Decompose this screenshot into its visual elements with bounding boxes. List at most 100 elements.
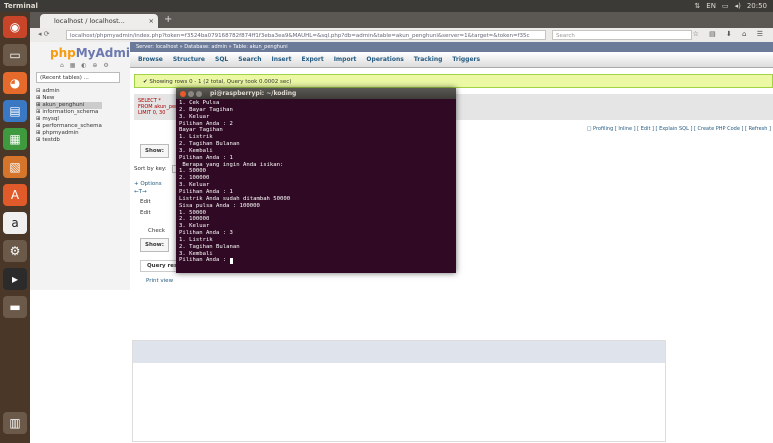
terminal-line: Pilihan Anda : 1 xyxy=(179,154,233,161)
tree-item-information-schema[interactable]: ⊞ information_schema xyxy=(36,109,102,116)
system-tray: ⇅ EN ▭ ◂) 20:50 xyxy=(694,0,767,12)
tab-localhost[interactable]: localhost / localhost... × xyxy=(40,14,158,28)
impress-icon[interactable]: ▧ xyxy=(3,156,27,178)
secondary-window-header xyxy=(133,341,665,363)
terminal-line: 1. Cek Pulsa xyxy=(179,100,220,106)
terminal-line: Bayar Tagihan xyxy=(179,127,223,134)
terminal-line: Listrik Anda sudah ditambah 50000 xyxy=(179,195,291,202)
tab-browse[interactable]: Browse xyxy=(138,56,163,63)
edit-link[interactable]: Edit xyxy=(140,210,151,216)
network-icon[interactable]: ⇅ xyxy=(694,0,700,12)
tree-item-testdb[interactable]: ⊞ testdb xyxy=(36,137,102,144)
toolbar-icons[interactable]: ☆ ▤ ⬇ ⌂ ☰ xyxy=(693,30,767,38)
phpmyadmin-logo[interactable]: phpMyAdmin xyxy=(50,46,139,60)
terminal-line: 2. Tagihan Bulanan xyxy=(179,141,240,148)
terminal-icon[interactable]: ▸ xyxy=(3,268,27,290)
terminal-line: Pilihan Anda : 1 xyxy=(179,188,233,195)
tab-strip: localhost / localhost... × + xyxy=(30,12,773,28)
tab-triggers[interactable]: Triggers xyxy=(452,56,480,63)
new-tab-button[interactable]: + xyxy=(164,15,172,25)
table-menu: Browse Structure SQL Search Insert Expor… xyxy=(130,52,773,68)
recent-tables-select[interactable]: (Recent tables) ... xyxy=(36,72,120,83)
tab-search[interactable]: Search xyxy=(238,56,261,63)
options-link[interactable]: + Options xyxy=(134,181,162,187)
tab-structure[interactable]: Structure xyxy=(173,56,205,63)
tab-operations[interactable]: Operations xyxy=(366,56,403,63)
show-button[interactable]: Show: xyxy=(140,238,169,252)
clock[interactable]: 20:50 xyxy=(747,0,767,12)
files-icon[interactable]: ▭ xyxy=(3,44,27,66)
unity-launcher: ◉ ▭ ◕ ▤ ▦ ▧ A a ⚙ ▸ ▬ ▥ xyxy=(0,12,30,443)
minimize-window-icon[interactable] xyxy=(188,91,194,97)
terminal-line: 2. Tagihan Bulanan xyxy=(179,243,240,250)
sort-arrows[interactable]: ←T→ xyxy=(134,189,147,195)
terminal-title: pi@raspberrypi: ~/koding xyxy=(210,90,297,97)
keyboard-layout-indicator[interactable]: EN xyxy=(706,0,716,12)
writer-icon[interactable]: ▤ xyxy=(3,100,27,122)
close-icon[interactable]: × xyxy=(149,14,154,28)
tree-item-phpmyadmin[interactable]: ⊞ phpmyadmin xyxy=(36,130,102,137)
terminal-line: 3. Keluar xyxy=(179,113,210,120)
terminal-line: 2. 100000 xyxy=(179,175,210,182)
tree-item-performance-schema[interactable]: ⊞ performance_schema xyxy=(36,123,102,130)
terminal-line: 1. 50000 xyxy=(179,168,206,175)
terminal-line: 1. 50000 xyxy=(179,209,206,216)
success-message: ✔ Showing rows 0 - 1 (2 total, Query too… xyxy=(134,74,773,88)
tab-import[interactable]: Import xyxy=(334,56,357,63)
terminal-line: Pilihan Anda : 3 xyxy=(179,230,233,237)
terminal-line: 3. Keluar xyxy=(179,182,210,189)
software-center-icon[interactable]: A xyxy=(3,184,27,206)
search-input[interactable]: Search xyxy=(552,30,692,40)
terminal-line: 1. Listrik xyxy=(179,236,213,243)
print-view-link[interactable]: Print view xyxy=(146,278,173,284)
terminal-line: 1. Listrik xyxy=(179,134,213,141)
settings-icon[interactable]: ⚙ xyxy=(3,240,27,262)
battery-icon[interactable]: ▭ xyxy=(722,0,729,12)
terminal-titlebar[interactable]: pi@raspberrypi: ~/koding xyxy=(176,88,456,99)
address-bar[interactable]: localhost/phpmyadmin/index.php?token=f35… xyxy=(66,30,546,40)
pma-navigation-panel: phpMyAdmin ⌂ ▦ ◐ ⊕ ⚙ (Recent tables) ...… xyxy=(30,42,139,290)
tab-tracking[interactable]: Tracking xyxy=(414,56,443,63)
terminal-line: Pilihan Anda : 2 xyxy=(179,120,233,127)
terminal-window[interactable]: pi@raspberrypi: ~/koding 1. Cek Pulsa 2. … xyxy=(176,88,456,273)
tree-item-new[interactable]: ⊞ New xyxy=(36,95,102,102)
nav-shortcut-icons[interactable]: ⌂ ▦ ◐ ⊕ ⚙ xyxy=(60,62,111,69)
amazon-icon[interactable]: a xyxy=(3,212,27,234)
navigation-bar: ◂ ⟳ localhost/phpmyadmin/index.php?token… xyxy=(30,28,773,42)
close-window-icon[interactable] xyxy=(180,91,186,97)
secondary-window xyxy=(132,340,666,442)
tree-item-admin[interactable]: ⊟ admin xyxy=(36,88,102,95)
sort-by-key-label: Sort by key: xyxy=(134,166,167,172)
tab-sql[interactable]: SQL xyxy=(215,56,228,63)
terminal-line: Berapa yang ingin Anda isikan: xyxy=(179,161,284,168)
dash-home-icon[interactable]: ◉ xyxy=(3,16,27,38)
volume-icon[interactable]: ◂) xyxy=(735,0,741,12)
tree-item-mysql[interactable]: ⊞ mysql xyxy=(36,116,102,123)
database-tree: ⊟ admin ⊞ New ⊞ akun_penghuni ⊞ informat… xyxy=(36,88,102,144)
terminal-line: 3. Kembali xyxy=(179,147,213,154)
profiling-links[interactable]: □ Profiling [ Inline ] [ Edit ] [ Explai… xyxy=(587,126,771,132)
terminal-line: 3. Keluar xyxy=(179,223,210,230)
terminal-line: 2. Bayar Tagihan xyxy=(179,106,233,113)
terminal-line: 2. 100000 xyxy=(179,216,210,223)
terminal-line: 3. Kembali xyxy=(179,250,213,257)
maximize-window-icon[interactable] xyxy=(196,91,202,97)
terminal-output[interactable]: 1. Cek Pulsa 2. Bayar Tagihan 3. Keluar Pil… xyxy=(179,100,453,272)
breadcrumb[interactable]: Server: localhost » Database: admin » Ta… xyxy=(130,42,773,52)
tab-insert[interactable]: Insert xyxy=(271,56,291,63)
tree-item-akun-penghuni[interactable]: ⊞ akun_penghuni xyxy=(36,102,102,109)
trash-icon[interactable]: ▥ xyxy=(3,412,27,434)
logo-php: php xyxy=(50,46,76,60)
tab-export[interactable]: Export xyxy=(301,56,323,63)
active-app-title: Terminal xyxy=(4,2,38,10)
tab-label: localhost / localhost... xyxy=(54,17,125,25)
check-all-checkbox[interactable]: Check xyxy=(148,228,165,234)
workspace-icon[interactable]: ▬ xyxy=(3,296,27,318)
edit-link[interactable]: Edit xyxy=(140,199,151,205)
terminal-prompt: Pilihan Anda : xyxy=(179,257,230,264)
back-reload-icons[interactable]: ◂ ⟳ xyxy=(38,30,50,38)
show-button[interactable]: Show: xyxy=(140,144,169,158)
calc-icon[interactable]: ▦ xyxy=(3,128,27,150)
firefox-icon[interactable]: ◕ xyxy=(3,72,27,94)
text-cursor xyxy=(229,258,233,265)
